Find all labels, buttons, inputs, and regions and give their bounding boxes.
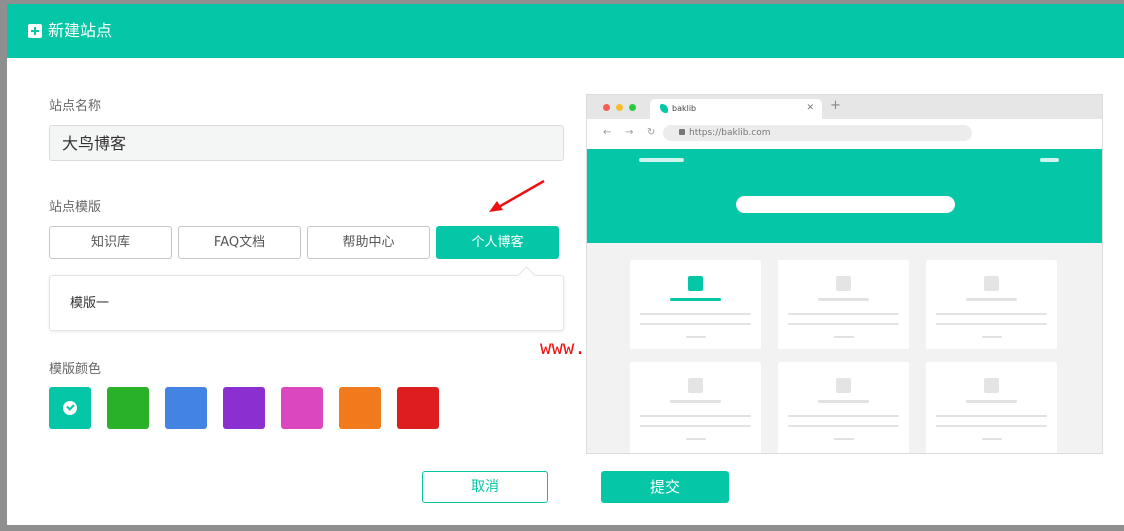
baklib-logo-icon bbox=[660, 104, 668, 113]
preview-card bbox=[926, 260, 1057, 349]
preview-card-line bbox=[936, 323, 1047, 325]
preview-card-icon bbox=[688, 378, 703, 393]
color-swatch-red[interactable] bbox=[397, 387, 439, 429]
preview-card-line bbox=[936, 415, 1047, 417]
color-swatch-orange[interactable] bbox=[339, 387, 381, 429]
color-label: 模版颜色 bbox=[49, 362, 102, 377]
minimize-dot bbox=[616, 104, 623, 111]
preview-card bbox=[926, 362, 1057, 453]
preview-card-line bbox=[640, 425, 751, 427]
preview-card bbox=[778, 260, 909, 349]
preview-address-bar: ← → ↻ https://baklib.com bbox=[587, 119, 1102, 150]
template-help-center-button[interactable]: 帮助中心 bbox=[307, 226, 430, 259]
preview-card-line bbox=[936, 313, 1047, 315]
panel-pointer bbox=[517, 266, 536, 285]
lock-icon bbox=[679, 129, 685, 135]
close-icon: ✕ bbox=[806, 103, 814, 113]
preview-card-title bbox=[818, 298, 869, 301]
color-swatch-pink[interactable] bbox=[281, 387, 323, 429]
preview-card-line bbox=[640, 415, 751, 417]
preview-card-icon bbox=[984, 378, 999, 393]
submit-button[interactable]: 提交 bbox=[601, 471, 729, 503]
preview-card bbox=[778, 362, 909, 453]
preview-menu-bar bbox=[1040, 158, 1059, 162]
preview-tab-bar: baklib ✕ + bbox=[587, 95, 1102, 119]
preview-card-line bbox=[640, 313, 751, 315]
preview-hero bbox=[587, 149, 1102, 243]
preview-card-line bbox=[834, 336, 854, 338]
dialog-header: 新建站点 bbox=[7, 4, 1124, 58]
preview-card-line bbox=[788, 415, 899, 417]
preview-card-line bbox=[686, 438, 706, 440]
preview-card-icon bbox=[688, 276, 703, 291]
site-name-input[interactable]: 大鸟博客 bbox=[49, 125, 564, 161]
preview-tab: baklib ✕ bbox=[650, 99, 822, 119]
cancel-button[interactable]: 取消 bbox=[422, 471, 548, 503]
template-knowledge-base-button[interactable]: 知识库 bbox=[49, 226, 172, 259]
color-swatch-blue[interactable] bbox=[165, 387, 207, 429]
preview-card-title bbox=[670, 400, 721, 403]
preview-card-line bbox=[788, 425, 899, 427]
close-dot bbox=[603, 104, 610, 111]
preview-card-line bbox=[788, 323, 899, 325]
template-preview: baklib ✕ + ← → ↻ https://baklib.com bbox=[586, 94, 1103, 454]
back-icon: ← bbox=[603, 127, 612, 138]
color-swatch-purple[interactable] bbox=[223, 387, 265, 429]
preview-card-title bbox=[966, 298, 1017, 301]
preview-logo-bar bbox=[639, 158, 684, 162]
preview-card-icon bbox=[836, 276, 851, 291]
preview-url: https://baklib.com bbox=[689, 128, 771, 138]
preview-card-title bbox=[818, 400, 869, 403]
template-variant-option[interactable]: 模版一 bbox=[70, 296, 109, 312]
preview-url-field: https://baklib.com bbox=[663, 125, 972, 141]
preview-card-line bbox=[982, 438, 1002, 440]
preview-tab-title: baklib bbox=[672, 104, 697, 113]
preview-card-icon bbox=[984, 276, 999, 291]
reload-icon: ↻ bbox=[647, 127, 656, 138]
template-faq-button[interactable]: FAQ文档 bbox=[178, 226, 301, 259]
preview-card bbox=[630, 362, 761, 453]
maximize-dot bbox=[629, 104, 636, 111]
template-label: 站点模版 bbox=[49, 200, 102, 215]
preview-card-title bbox=[670, 298, 721, 301]
site-name-label: 站点名称 bbox=[49, 99, 102, 114]
template-personal-blog-button[interactable]: 个人博客 bbox=[436, 226, 559, 259]
new-tab-icon: + bbox=[830, 98, 841, 113]
forward-icon: → bbox=[625, 127, 634, 138]
plus-icon bbox=[28, 24, 42, 38]
dialog-title: 新建站点 bbox=[48, 21, 113, 40]
preview-card-title bbox=[966, 400, 1017, 403]
preview-card-line bbox=[686, 336, 706, 338]
preview-card-line bbox=[982, 336, 1002, 338]
check-icon bbox=[63, 401, 77, 415]
preview-card-line bbox=[834, 438, 854, 440]
preview-card-line bbox=[936, 425, 1047, 427]
preview-card-icon bbox=[836, 378, 851, 393]
color-swatch-teal[interactable] bbox=[49, 387, 91, 429]
template-variant-panel: 模版一 bbox=[49, 266, 564, 331]
preview-card-line bbox=[640, 323, 751, 325]
preview-card bbox=[630, 260, 761, 349]
new-site-dialog: 新建站点 站点名称 大鸟博客 站点模版 知识库 FAQ文档 帮助中心 个人博客 … bbox=[7, 4, 1124, 525]
red-arrow-annotation bbox=[489, 179, 545, 212]
preview-card-line bbox=[788, 313, 899, 315]
color-swatch-green[interactable] bbox=[107, 387, 149, 429]
preview-search-bar bbox=[736, 196, 955, 213]
